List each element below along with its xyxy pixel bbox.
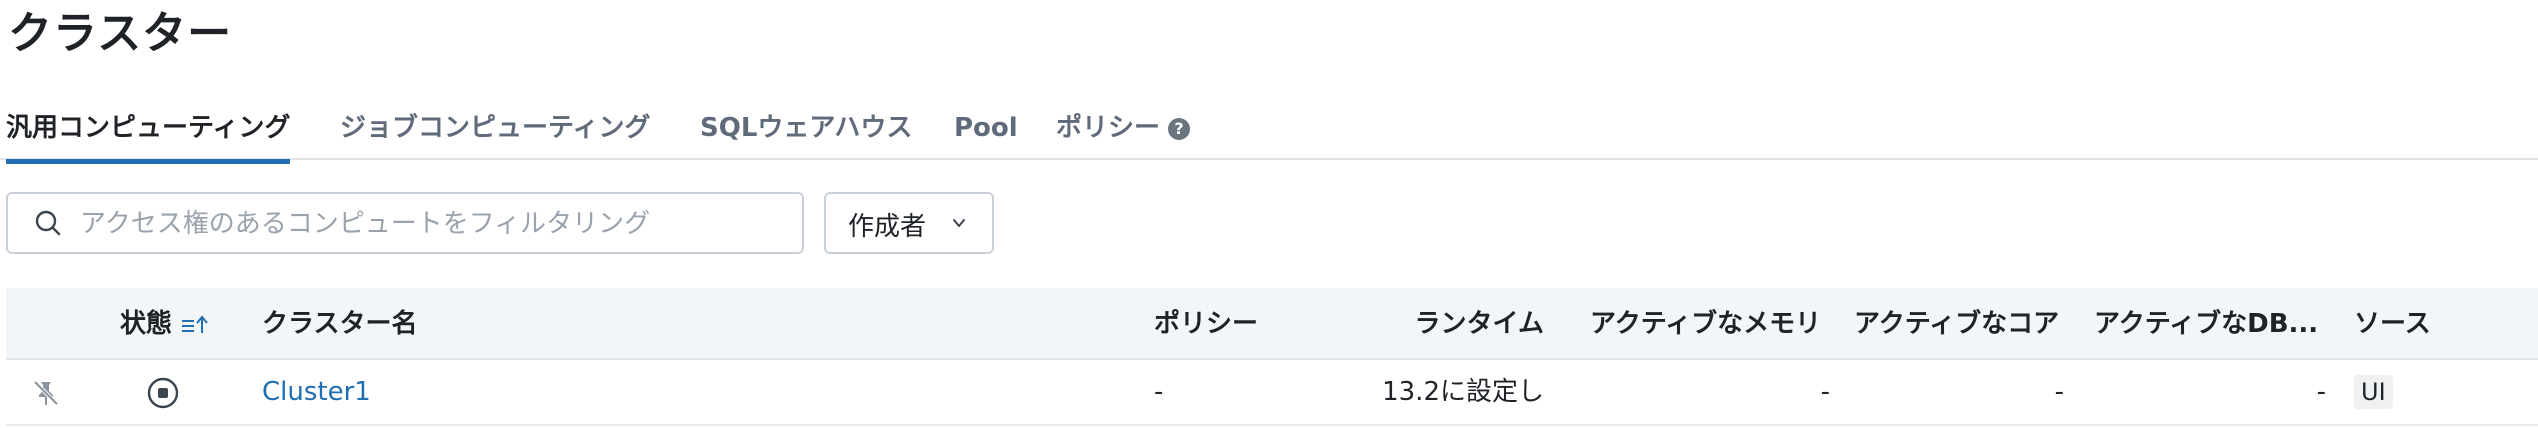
- active-cores-cell: -: [2054, 377, 2064, 407]
- column-header-active-memory[interactable]: アクティブなメモリ: [1590, 308, 1821, 340]
- active-memory-cell: -: [1820, 377, 1830, 407]
- stopped-status-icon: [147, 377, 179, 409]
- column-header-status-label: 状態: [120, 309, 173, 339]
- active-dbu-cell: -: [2316, 377, 2326, 407]
- status-cell: [146, 376, 180, 418]
- column-header-policy[interactable]: ポリシー: [1154, 308, 1258, 340]
- sort-ascending-icon[interactable]: [180, 313, 210, 337]
- column-header-status[interactable]: 状態: [120, 308, 210, 340]
- column-header-active-cores[interactable]: アクティブなコア: [1854, 308, 2059, 340]
- runtime-cell: 13.2に設定し: [1382, 377, 1544, 407]
- tabs-bar: 汎用コンピューティング ジョブコンピューティング SQLウェアハウス Pool …: [0, 102, 2538, 164]
- table-header-row: 状態 クラスター名 ポリシー ランタイム アクティブなメモリ アクティブなコア …: [6, 288, 2538, 360]
- source-badge: UI: [2354, 375, 2393, 409]
- column-header-name[interactable]: クラスター名: [262, 308, 417, 340]
- unpinned-icon[interactable]: [30, 377, 62, 409]
- column-header-active-dbu[interactable]: アクティブなDB...: [2094, 308, 2318, 340]
- search-icon: [35, 210, 61, 236]
- clusters-page: クラスター 汎用コンピューティング ジョブコンピューティング SQLウェアハウス…: [0, 0, 2538, 428]
- source-cell: UI: [2354, 375, 2393, 409]
- search-field[interactable]: [6, 192, 804, 254]
- policy-cell: -: [1154, 377, 1164, 407]
- pin-cell: [30, 377, 62, 417]
- tab-policies-label: ポリシー: [1056, 113, 1161, 143]
- creator-filter-dropdown[interactable]: 作成者: [824, 192, 994, 254]
- help-circle-icon[interactable]: ?: [1168, 117, 1191, 140]
- cluster-name-cell: Cluster1: [262, 376, 371, 408]
- cluster-name-link[interactable]: Cluster1: [262, 377, 371, 407]
- tab-all-purpose-compute[interactable]: 汎用コンピューティング: [6, 108, 291, 164]
- creator-filter-label: 作成者: [848, 212, 927, 242]
- tab-sql-warehouses[interactable]: SQLウェアハウス: [700, 108, 912, 158]
- column-header-source[interactable]: ソース: [2354, 308, 2431, 340]
- tab-policies[interactable]: ポリシー?: [1056, 108, 1191, 158]
- tab-job-compute[interactable]: ジョブコンピューティング: [340, 108, 650, 158]
- clusters-table: 状態 クラスター名 ポリシー ランタイム アクティブなメモリ アクティブなコア …: [6, 288, 2538, 426]
- page-title: クラスター: [8, 8, 233, 59]
- tab-pools[interactable]: Pool: [954, 108, 1018, 158]
- search-input[interactable]: [78, 202, 782, 246]
- table-row: Cluster1 - 13.2に設定し - - - UI: [6, 360, 2538, 426]
- chevron-down-icon: [953, 219, 965, 227]
- column-header-runtime[interactable]: ランタイム: [1306, 308, 1544, 340]
